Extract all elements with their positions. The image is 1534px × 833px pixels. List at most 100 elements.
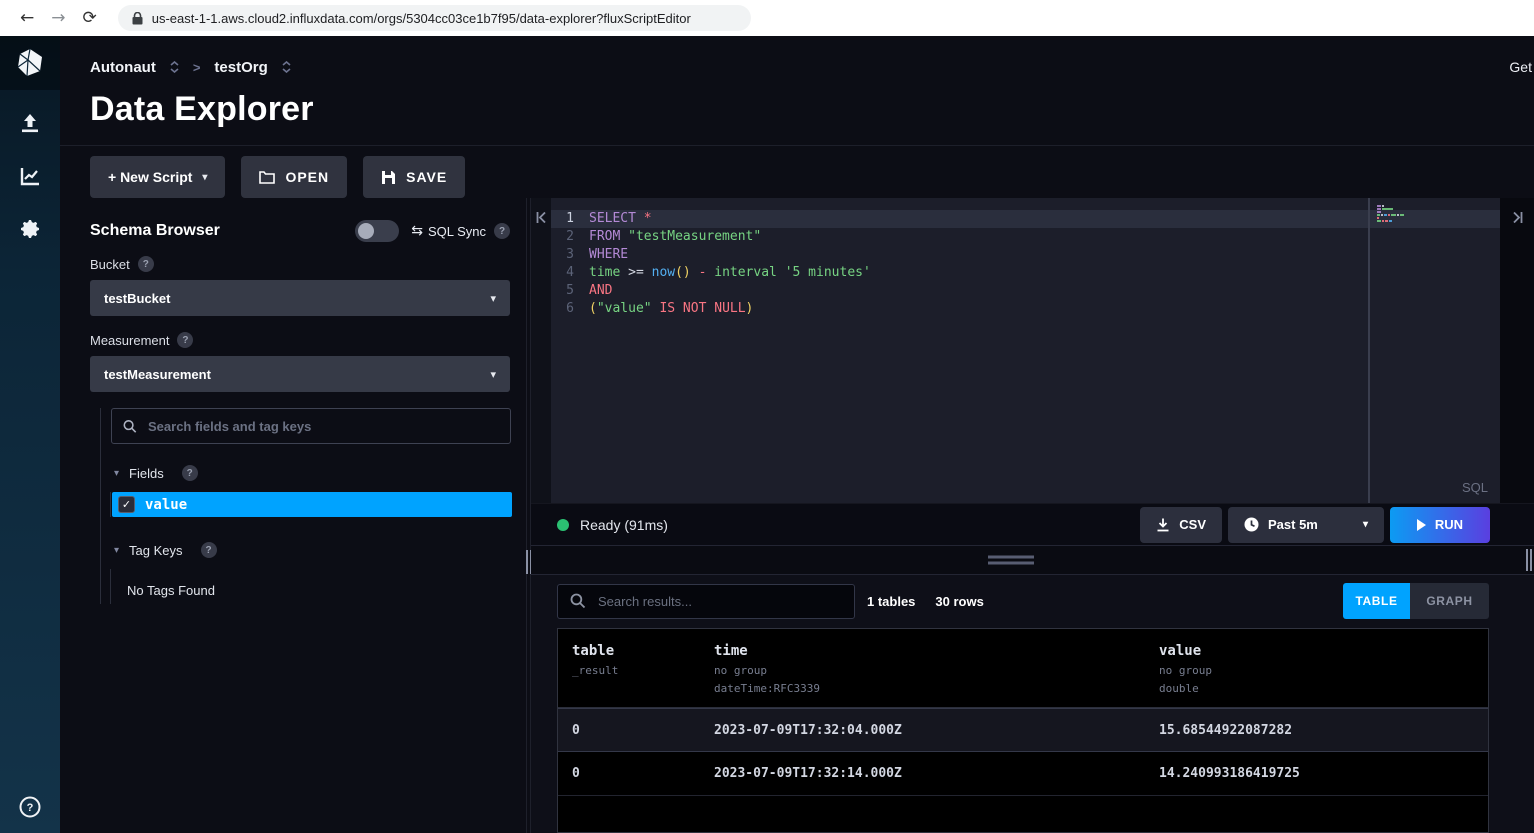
bucket-help-icon[interactable]: ?: [138, 256, 154, 272]
code-line-3[interactable]: 3WHERE: [551, 246, 1500, 264]
tab-table-view[interactable]: TABLE: [1343, 583, 1410, 619]
search-icon: [123, 419, 137, 434]
fields-section-toggle[interactable]: ▾ Fields ?: [114, 464, 510, 482]
measurement-label: Measurement: [90, 333, 169, 348]
results-search[interactable]: [557, 584, 855, 619]
sidebar-item-settings[interactable]: [0, 209, 60, 249]
collapse-editor-left-handle[interactable]: [531, 198, 551, 503]
breadcrumb-workspace[interactable]: testOrg: [214, 59, 267, 76]
open-button[interactable]: OPEN: [241, 156, 347, 198]
address-bar[interactable]: us-east-1-1.aws.cloud2.influxdata.com/or…: [118, 5, 751, 31]
code-line-2[interactable]: 2FROM "testMeasurement": [551, 228, 1500, 246]
new-script-label: + New Script: [108, 169, 192, 185]
bucket-label: Bucket: [90, 257, 130, 272]
org-switcher-icon[interactable]: [170, 61, 179, 73]
drag-grip-icon: [988, 556, 1034, 565]
csv-download-button[interactable]: CSV: [1140, 507, 1222, 543]
sidebar-item-upload[interactable]: [0, 103, 60, 143]
measurement-help-icon[interactable]: ?: [177, 332, 193, 348]
script-actions: + New Script ▾ OPEN SAVE: [60, 146, 1534, 198]
screen: ← → ⟳ us-east-1-1.aws.cloud2.influxdata.…: [0, 0, 1534, 833]
schema-search[interactable]: [111, 408, 511, 444]
line-number: 5: [551, 282, 589, 300]
status-indicator: [557, 519, 569, 531]
chevron-down-icon: ▾: [490, 292, 496, 305]
editor-minimap[interactable]: [1377, 205, 1413, 223]
view-toggle: TABLE GRAPH: [1343, 583, 1489, 619]
tab-graph-view[interactable]: GRAPH: [1410, 583, 1489, 619]
page-header: Autonaut > testOrg Get Data Explorer: [60, 36, 1534, 146]
collapse-editor-right-handle[interactable]: [1500, 198, 1534, 503]
table-row[interactable]: 02023-07-09T17:32:04.000Z15.685449220872…: [558, 708, 1488, 752]
sql-sync-toggle[interactable]: [355, 220, 399, 242]
influxdb-logo[interactable]: [0, 36, 60, 90]
tables-count: 1 tables: [867, 594, 915, 609]
panel-resize-handle-horizontal[interactable]: [531, 545, 1534, 575]
bucket-dropdown[interactable]: testBucket ▾: [90, 280, 510, 316]
results-panel: 1 tables 30 rows TABLE GRAPH table_resul…: [531, 575, 1534, 833]
table-cell: 0: [572, 766, 714, 781]
new-script-button[interactable]: + New Script ▾: [90, 156, 225, 198]
sync-arrows-icon: ⇆: [411, 223, 423, 239]
breadcrumb: Autonaut > testOrg Get: [90, 56, 1534, 78]
measurement-dropdown[interactable]: testMeasurement ▾: [90, 356, 510, 392]
browser-chrome: ← → ⟳ us-east-1-1.aws.cloud2.influxdata.…: [0, 0, 1534, 36]
download-icon: [1156, 518, 1170, 532]
table-row[interactable]: 02023-07-09T17:32:14.000Z14.240993186419…: [558, 752, 1488, 796]
schema-search-input[interactable]: [148, 419, 499, 434]
editor-scrollbar[interactable]: [1368, 198, 1370, 503]
code-line-1[interactable]: 1SELECT *: [551, 210, 1500, 228]
results-table-body: 02023-07-09T17:32:04.000Z15.685449220872…: [558, 708, 1488, 796]
code-editor[interactable]: 1SELECT *2FROM "testMeasurement"3WHERE4t…: [551, 198, 1500, 503]
play-icon: [1417, 519, 1426, 531]
table-cell: 14.240993186419725: [1159, 766, 1488, 781]
sql-sync-help-icon[interactable]: ?: [494, 223, 510, 239]
tag-keys-label: Tag Keys: [129, 543, 182, 558]
schema-tree: ▾ Fields ? ✓ value ▾ Tag Keys: [100, 408, 510, 604]
column-header-value: valueno groupdouble: [1159, 643, 1488, 695]
time-range-dropdown[interactable]: Past 5m ▾: [1228, 507, 1384, 543]
save-button[interactable]: SAVE: [363, 156, 465, 198]
sidebar-item-data-explorer[interactable]: [0, 156, 60, 196]
tag-keys-help-icon[interactable]: ?: [201, 542, 217, 558]
browser-back-icon[interactable]: ←: [20, 10, 34, 27]
chevron-right-icon: >: [193, 60, 201, 75]
browser-forward-icon[interactable]: →: [51, 10, 65, 27]
toggle-knob: [358, 223, 374, 239]
browser-reload-icon[interactable]: ⟳: [83, 10, 97, 27]
panel-resize-handle-vertical[interactable]: [526, 198, 531, 833]
get-link[interactable]: Get: [1509, 59, 1532, 75]
code-line-4[interactable]: 4time >= now() - interval '5 minutes': [551, 264, 1500, 282]
run-button[interactable]: RUN: [1390, 507, 1490, 543]
caret-down-icon: ▾: [114, 545, 119, 556]
collapse-left-icon: [536, 212, 547, 223]
query-status-bar: Ready (91ms) CSV: [531, 503, 1534, 545]
fields-help-icon[interactable]: ?: [182, 465, 198, 481]
field-item-value[interactable]: ✓ value: [112, 492, 512, 517]
measurement-value: testMeasurement: [104, 367, 211, 382]
save-label: SAVE: [406, 169, 447, 185]
code-line-5[interactable]: 5AND: [551, 282, 1500, 300]
sql-sync-label: SQL Sync: [428, 224, 486, 239]
upload-icon: [18, 111, 42, 135]
field-value-label: value: [145, 497, 187, 513]
breadcrumb-org[interactable]: Autonaut: [90, 59, 156, 76]
checkbox-checked-icon[interactable]: ✓: [118, 496, 135, 513]
caret-down-icon: ▾: [114, 468, 119, 479]
schema-browser-title: Schema Browser: [90, 222, 220, 240]
code-line-6[interactable]: 6("value" IS NOT NULL): [551, 300, 1500, 318]
folder-icon: [259, 170, 275, 184]
table-cell: 2023-07-09T17:32:04.000Z: [714, 723, 1159, 738]
svg-text:?: ?: [27, 802, 34, 814]
language-badge: SQL: [1462, 480, 1488, 495]
table-cell: 0: [572, 723, 714, 738]
results-search-input[interactable]: [557, 584, 855, 619]
lock-icon: [132, 12, 143, 25]
tag-keys-section-toggle[interactable]: ▾ Tag Keys ?: [114, 541, 510, 559]
workspace-switcher-icon[interactable]: [282, 61, 291, 73]
help-icon[interactable]: ?: [0, 787, 60, 827]
csv-label: CSV: [1179, 517, 1206, 532]
code-lines: 1SELECT *2FROM "testMeasurement"3WHERE4t…: [551, 198, 1500, 318]
rows-count: 30 rows: [935, 594, 983, 609]
bucket-value: testBucket: [104, 291, 170, 306]
